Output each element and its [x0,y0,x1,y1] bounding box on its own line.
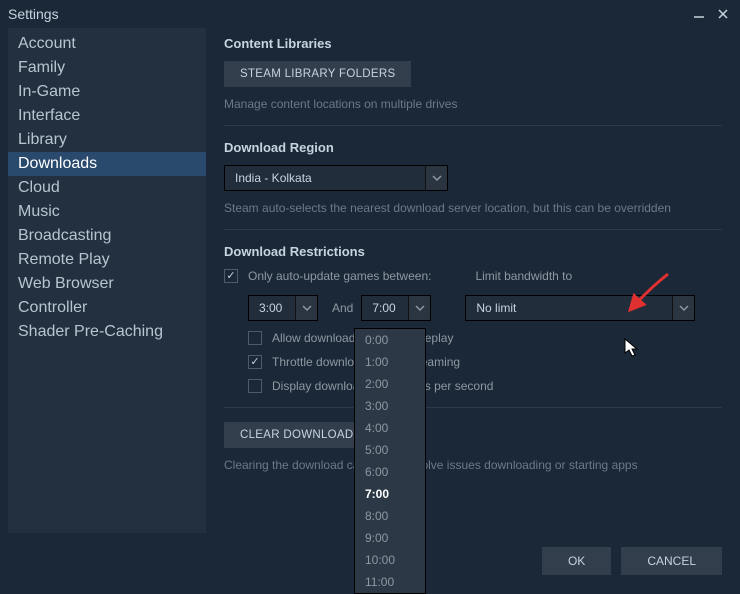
bandwidth-limit-value: No limit [466,301,672,315]
dropdown-option[interactable]: 7:00 [355,483,425,505]
time-to-dropdown[interactable]: 7:00 [361,295,431,321]
chevron-down-icon [295,296,317,320]
dropdown-option[interactable]: 11:00 [355,571,425,593]
close-button[interactable] [714,5,732,23]
sidebar-item-cloud[interactable]: Cloud [8,176,206,200]
sidebar: AccountFamilyIn-GameInterfaceLibraryDown… [8,28,206,533]
dropdown-option[interactable]: 8:00 [355,505,425,527]
auto-update-checkbox[interactable] [224,269,238,283]
download-region-value: India - Kolkata [225,171,425,185]
dropdown-option[interactable]: 6:00 [355,461,425,483]
time-to-value: 7:00 [362,301,408,315]
sidebar-item-account[interactable]: Account [8,32,206,56]
content-libraries-hint: Manage content locations on multiple dri… [224,97,722,111]
footer: OK CANCEL [542,547,722,575]
dropdown-option[interactable]: 0:00 [355,329,425,351]
time-from-dropdown[interactable]: 3:00 [248,295,318,321]
sidebar-item-music[interactable]: Music [8,200,206,224]
chevron-down-icon [408,296,430,320]
limit-bandwidth-label: Limit bandwidth to [475,269,572,283]
dropdown-option[interactable]: 4:00 [355,417,425,439]
sidebar-item-remote-play[interactable]: Remote Play [8,248,206,272]
dropdown-option[interactable]: 10:00 [355,549,425,571]
display-rates-checkbox[interactable] [248,379,262,393]
download-restrictions-title: Download Restrictions [224,244,722,259]
titlebar: Settings [0,0,740,28]
auto-update-label: Only auto-update games between: [248,269,431,283]
chevron-down-icon [672,296,694,320]
content-panel: Content Libraries STEAM LIBRARY FOLDERS … [206,28,740,533]
sidebar-item-web-browser[interactable]: Web Browser [8,272,206,296]
minimize-button[interactable] [690,5,708,23]
window-title: Settings [8,6,59,22]
sidebar-item-shader-pre-caching[interactable]: Shader Pre-Caching [8,320,206,344]
and-label: And [332,301,353,315]
dropdown-option[interactable]: 1:00 [355,351,425,373]
throttle-downloads-checkbox[interactable] [248,355,262,369]
sidebar-item-interface[interactable]: Interface [8,104,206,128]
dropdown-option[interactable]: 9:00 [355,527,425,549]
download-region-dropdown[interactable]: India - Kolkata [224,165,448,191]
steam-library-folders-button[interactable]: STEAM LIBRARY FOLDERS [224,61,411,87]
chevron-down-icon [425,166,447,190]
sidebar-item-downloads[interactable]: Downloads [8,152,206,176]
allow-downloads-checkbox[interactable] [248,331,262,345]
bandwidth-limit-dropdown[interactable]: No limit [465,295,695,321]
ok-button[interactable]: OK [542,547,611,575]
sidebar-item-broadcasting[interactable]: Broadcasting [8,224,206,248]
sidebar-item-family[interactable]: Family [8,56,206,80]
sidebar-item-controller[interactable]: Controller [8,296,206,320]
cancel-button[interactable]: CANCEL [621,547,722,575]
content-libraries-title: Content Libraries [224,36,722,51]
dropdown-option[interactable]: 2:00 [355,373,425,395]
download-region-title: Download Region [224,140,722,155]
clear-cache-hint: Clearing the download cache can resolve … [224,458,722,472]
dropdown-option[interactable]: 5:00 [355,439,425,461]
time-to-dropdown-list[interactable]: 0:001:002:003:004:005:006:007:008:009:00… [354,328,426,594]
sidebar-item-in-game[interactable]: In-Game [8,80,206,104]
sidebar-item-library[interactable]: Library [8,128,206,152]
download-region-hint: Steam auto-selects the nearest download … [224,201,722,215]
time-from-value: 3:00 [249,301,295,315]
dropdown-option[interactable]: 3:00 [355,395,425,417]
